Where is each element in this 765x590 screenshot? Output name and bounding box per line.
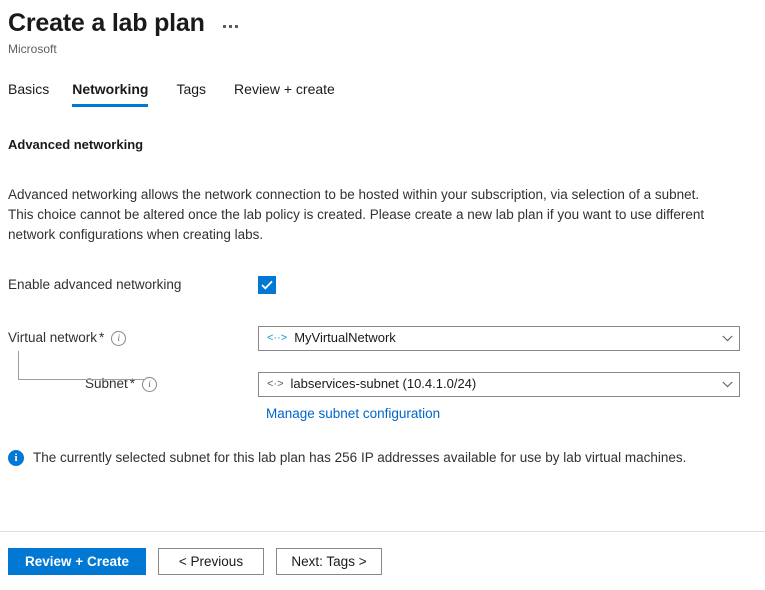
required-asterisk: * [99, 329, 104, 347]
required-asterisk: * [130, 375, 135, 393]
virtual-network-value: MyVirtualNetwork [294, 329, 716, 347]
virtual-network-label-text: Virtual network [8, 329, 97, 347]
tab-networking[interactable]: Networking [72, 80, 163, 107]
info-icon[interactable]: i [111, 331, 126, 346]
enable-advanced-networking-label: Enable advanced networking [8, 276, 258, 294]
more-options-icon[interactable] [219, 21, 242, 32]
wizard-tabs: Basics Networking Tags Review + create [0, 80, 765, 107]
main-content: Advanced networking Advanced networking … [0, 136, 765, 467]
subnet-value: labservices-subnet (10.4.1.0/24) [291, 375, 716, 393]
page-title: Create a lab plan [8, 8, 205, 38]
ellipsis-dot [223, 25, 226, 28]
form-row-enable-advanced-networking: Enable advanced networking [8, 270, 757, 300]
info-circle-icon: i [8, 450, 24, 466]
form-row-subnet: Subnet * i <·> labservices-subnet (10.4.… [8, 369, 757, 399]
subnet-dropdown[interactable]: <·> labservices-subnet (10.4.1.0/24) [258, 372, 740, 397]
tab-review-create[interactable]: Review + create [234, 80, 350, 107]
ellipsis-dot [229, 25, 232, 28]
manage-subnet-configuration-link[interactable]: Manage subnet configuration [266, 406, 440, 421]
networking-form: Enable advanced networking Virtual netwo… [8, 270, 757, 423]
form-row-virtual-network: Virtual network * i <··> MyVirtualNetwor… [8, 323, 757, 353]
ellipsis-dot [235, 25, 238, 28]
virtual-network-label: Virtual network * i [8, 329, 258, 347]
subnet-label: Subnet * i [8, 375, 258, 393]
subnet-label-text: Subnet [85, 375, 128, 393]
section-title: Advanced networking [8, 136, 757, 154]
subnet-info-text: The currently selected subnet for this l… [33, 449, 686, 467]
chevron-down-icon [722, 381, 733, 388]
checkmark-icon [261, 280, 273, 290]
info-icon[interactable]: i [142, 377, 157, 392]
page-header: Create a lab plan Microsoft [0, 0, 765, 57]
wizard-footer: Review + Create < Previous Next: Tags > [0, 532, 765, 590]
next-tags-button[interactable]: Next: Tags > [276, 548, 382, 575]
virtual-network-icon: <··> [267, 333, 287, 344]
title-row: Create a lab plan [8, 8, 765, 38]
page-subtitle: Microsoft [8, 41, 765, 57]
tab-basics[interactable]: Basics [8, 80, 62, 107]
previous-button[interactable]: < Previous [158, 548, 264, 575]
subnet-info-notice: i The currently selected subnet for this… [8, 449, 757, 467]
section-description: Advanced networking allows the network c… [8, 185, 714, 245]
manage-subnet-row: Manage subnet configuration [8, 405, 757, 423]
subnet-icon: <·> [267, 379, 284, 390]
virtual-network-dropdown[interactable]: <··> MyVirtualNetwork [258, 326, 740, 351]
chevron-down-icon [722, 335, 733, 342]
tab-tags[interactable]: Tags [176, 80, 221, 107]
enable-advanced-networking-checkbox[interactable] [258, 276, 276, 294]
review-create-button[interactable]: Review + Create [8, 548, 146, 575]
